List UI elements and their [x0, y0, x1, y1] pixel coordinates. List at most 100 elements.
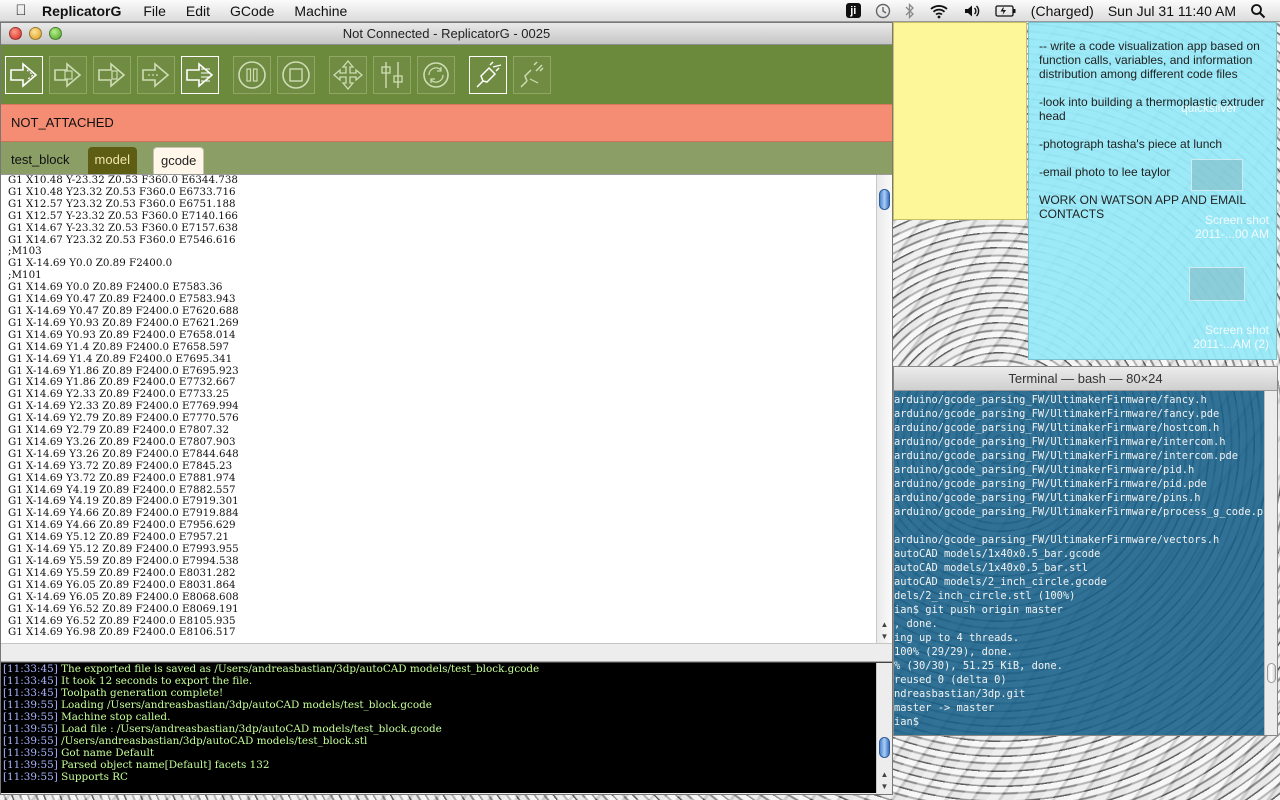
menu-file[interactable]: File [143, 3, 166, 19]
console-line: [11:39:55] Machine stop called. [3, 711, 874, 723]
terminal-line: arduino/gcode_parsing_FW/UltimakerFirmwa… [894, 492, 1201, 504]
generate-gcode-button[interactable] [181, 55, 219, 94]
window-titlebar[interactable]: Not Connected - ReplicatorG - 0025 [1, 23, 892, 45]
upload-button[interactable] [49, 55, 87, 94]
scrollbar-thumb[interactable] [1267, 663, 1276, 683]
desktop-icon-label: quicksilver [1181, 101, 1238, 115]
wifi-icon[interactable] [929, 3, 949, 19]
desktop-icon-thumbnail[interactable] [1189, 267, 1245, 301]
build-remote-button[interactable] [137, 55, 175, 94]
console-message: Loading /Users/andreasbastian/3dp/autoCA… [57, 699, 432, 711]
terminal-window[interactable]: Terminal — bash — 80×24 arduino/gcode_pa… [893, 366, 1278, 736]
console-line: [11:39:55] /Users/andreasbastian/3dp/aut… [3, 735, 874, 747]
menu-gcode[interactable]: GCode [230, 3, 274, 19]
menubar-clock[interactable]: Sun Jul 31 11:40 AM [1108, 3, 1236, 19]
disconnect-button[interactable] [513, 55, 551, 94]
pause-button[interactable] [233, 55, 271, 94]
terminal-line: arduino/gcode_parsing_FW/UltimakerFirmwa… [894, 422, 1220, 434]
connect-button[interactable] [469, 55, 507, 94]
terminal-line: % (30/30), 51.25 KiB, done. [894, 660, 1063, 672]
battery-icon[interactable] [995, 4, 1017, 18]
close-window-button[interactable] [9, 27, 22, 40]
console-line: [11:33:45] It took 12 seconds to export … [3, 675, 874, 687]
console-line: [11:39:55] Loading /Users/andreasbastian… [3, 699, 874, 711]
scroll-up-arrow-icon[interactable]: ▲ [877, 619, 892, 631]
pane-splitter[interactable] [1, 643, 892, 662]
scroll-down-arrow-icon[interactable]: ▼ [877, 631, 892, 643]
gcode-line: G1 X14.69 Y0.93 Z0.89 F2400.0 E7658.014 [8, 328, 236, 341]
gcode-line: G1 X-14.69 Y1.4 Z0.89 F2400.0 E7695.341 [8, 352, 233, 365]
menu-machine[interactable]: Machine [294, 3, 347, 19]
console-text[interactable]: [11:33:45] The exported file is saved as… [3, 663, 874, 793]
battery-status-text: (Charged) [1030, 2, 1094, 19]
bluetooth-icon[interactable] [905, 2, 915, 19]
window-title: Not Connected - ReplicatorG - 0025 [342, 26, 551, 41]
tab-gcode[interactable]: gcode [152, 147, 205, 174]
sticky-note-blue[interactable]: -- write a code visualization app based … [1028, 22, 1277, 360]
status-menus: ji (Charged) Sun Jul 31 11:40 AM [845, 2, 1280, 19]
sticky-note-yellow[interactable] [893, 22, 1027, 220]
build-button[interactable] [5, 55, 43, 94]
terminal-line: arduino/gcode_parsing_FW/UltimakerFirmwa… [894, 394, 1207, 406]
desktop-icon-thumbnail[interactable] [1191, 159, 1243, 191]
console-timestamp: [11:39:55] [3, 699, 58, 711]
build-to-file-button[interactable] [93, 55, 131, 94]
terminal-line: dels/2_inch_circle.stl (100%) [894, 590, 1076, 602]
ji-icon[interactable]: ji [845, 3, 861, 18]
console-timestamp: [11:39:55] [3, 759, 58, 771]
console-message: Parsed object name[Default] facets 132 [57, 759, 270, 771]
gcode-line: G1 X14.69 Y1.4 Z0.89 F2400.0 E7658.597 [8, 340, 230, 353]
console-scrollbar[interactable]: ▲ ▼ [876, 663, 892, 793]
tab-bar: test_block model gcode [1, 142, 892, 174]
scrollbar-thumb[interactable] [879, 189, 890, 210]
console-timestamp: [11:39:55] [3, 771, 58, 783]
build-icon [10, 61, 38, 88]
console-message: Load file : /Users/andreasbastian/3dp/au… [57, 723, 442, 735]
sticky-note-line: -photograph tasha's piece at lunch [1039, 137, 1223, 151]
console-line: [11:39:55] Load file : /Users/andreasbas… [3, 723, 874, 735]
console-timestamp: [11:39:55] [3, 735, 58, 747]
spotlight-icon[interactable] [1250, 3, 1266, 19]
terminal-scrollbar[interactable] [1264, 391, 1277, 735]
console-line: [11:33:45] The exported file is saved as… [3, 663, 874, 675]
zoom-window-button[interactable] [49, 27, 62, 40]
volume-icon[interactable] [963, 3, 981, 19]
console-message: Toolpath generation complete! [57, 687, 224, 699]
terminal-line: ian$ git push origin master [894, 604, 1063, 616]
terminal-line: autoCAD models/1x40x0.5_bar.gcode [894, 548, 1101, 560]
terminal-line: ian$ [894, 716, 920, 728]
connect-icon [476, 60, 502, 88]
scrollbar-thumb[interactable] [879, 737, 890, 758]
terminal-line: arduino/gcode_parsing_FW/UltimakerFirmwa… [894, 436, 1226, 448]
file-name-label: test_block [11, 152, 70, 167]
console-output[interactable]: [11:33:45] The exported file is saved as… [1, 662, 892, 793]
minimize-window-button[interactable] [29, 27, 42, 40]
terminal-line: arduino/gcode_parsing_FW/UltimakerFirmwa… [894, 478, 1207, 490]
gcode-text[interactable]: G1 X10.48 Y-23.32 Z0.53 F360.0 E6344.738… [8, 175, 874, 643]
scroll-up-arrow-icon[interactable]: ▲ [877, 769, 892, 781]
scroll-down-arrow-icon[interactable]: ▼ [877, 781, 892, 793]
tab-model[interactable]: model [87, 147, 137, 174]
preferences-button[interactable] [373, 55, 411, 94]
machine-status-text: NOT_ATTACHED [11, 115, 114, 130]
reset-button[interactable] [417, 55, 455, 94]
menu-edit[interactable]: Edit [186, 3, 210, 19]
control-panel-icon [332, 59, 364, 90]
gcode-editor[interactable]: G1 X10.48 Y-23.32 Z0.53 F360.0 E6344.738… [1, 174, 892, 643]
console-line: [11:39:55] Supports RC [3, 771, 874, 783]
disconnect-icon [520, 60, 544, 88]
control-panel-button[interactable] [329, 55, 367, 94]
gcode-line: G1 X14.69 Y6.98 Z0.89 F2400.0 E8106.517 [8, 626, 236, 639]
console-message: /Users/andreasbastian/3dp/autoCAD models… [57, 735, 368, 747]
time-machine-icon[interactable] [875, 3, 891, 19]
terminal-output[interactable]: arduino/gcode_parsing_FW/UltimakerFirmwa… [894, 393, 1263, 729]
terminal-line: 100% (29/29), done. [894, 646, 1013, 658]
stop-button[interactable] [277, 55, 315, 94]
console-message: Supports RC [57, 771, 129, 783]
gcode-line: G1 X-14.69 Y6.05 Z0.89 F2400.0 E8068.608 [8, 590, 239, 603]
apple-icon[interactable]:  [0, 2, 42, 19]
gcode-scrollbar[interactable]: ▲ ▼ [876, 175, 892, 643]
terminal-title[interactable]: Terminal — bash — 80×24 [894, 367, 1277, 391]
menu-app-name[interactable]: ReplicatorG [42, 3, 121, 19]
